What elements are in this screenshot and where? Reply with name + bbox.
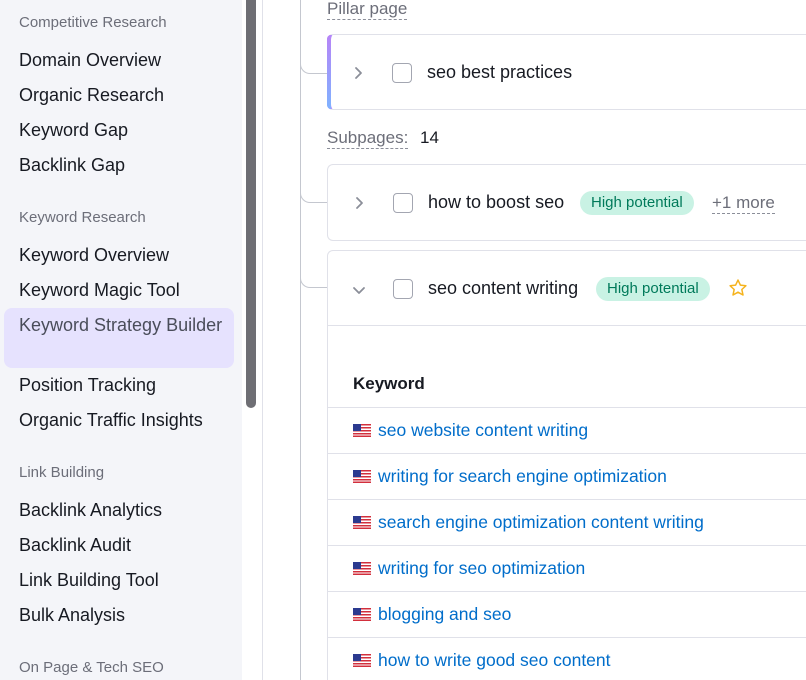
- section-title-competitive-research: Competitive Research: [19, 14, 167, 31]
- tree-branch: [300, 183, 328, 203]
- pillar-page-label[interactable]: Pillar page: [327, 0, 408, 20]
- chevron-right-icon[interactable]: [351, 66, 365, 80]
- keyword-row: search engine optimization content writi…: [328, 499, 806, 545]
- subpage-topic[interactable]: seo content writing: [428, 278, 578, 299]
- divider: [262, 0, 263, 680]
- keyword-row: writing for seo optimization: [328, 545, 806, 591]
- high-potential-badge: High potential: [580, 191, 694, 215]
- keyword-link[interactable]: blogging and seo: [378, 604, 511, 625]
- subpage-card-expanded: seo content writing High potential Keywo…: [327, 250, 806, 680]
- us-flag-icon: [353, 654, 371, 667]
- sidebar-item-backlink-gap[interactable]: Backlink Gap: [19, 155, 125, 176]
- keyword-row: seo website content writing: [328, 407, 806, 453]
- pillar-checkbox[interactable]: [392, 63, 412, 83]
- subpage-topic[interactable]: how to boost seo: [428, 192, 564, 213]
- sidebar-item-domain-overview[interactable]: Domain Overview: [19, 50, 161, 71]
- sidebar: Competitive Research Domain Overview Org…: [0, 0, 242, 680]
- high-potential-badge: High potential: [596, 277, 710, 301]
- sidebar-item-backlink-analytics[interactable]: Backlink Analytics: [19, 500, 162, 521]
- keyword-row: how to write good seo content: [328, 637, 806, 680]
- subpages-count: 14: [420, 128, 439, 147]
- keyword-row: blogging and seo: [328, 591, 806, 637]
- sidebar-item-organic-research[interactable]: Organic Research: [19, 85, 164, 106]
- star-outline-icon[interactable]: [728, 278, 748, 298]
- subpage-card: how to boost seo High potential +1 more: [327, 164, 806, 241]
- pillar-card: seo best practices: [327, 34, 806, 110]
- keyword-column-header[interactable]: Keyword: [353, 374, 425, 394]
- chevron-down-icon[interactable]: [352, 283, 366, 297]
- sidebar-item-backlink-audit[interactable]: Backlink Audit: [19, 535, 131, 556]
- keyword-link[interactable]: seo website content writing: [378, 420, 588, 441]
- more-link[interactable]: +1 more: [712, 193, 775, 214]
- tree-branch: [300, 268, 328, 288]
- pillar-topic[interactable]: seo best practices: [427, 62, 572, 83]
- chevron-right-icon[interactable]: [352, 196, 366, 210]
- subpage-checkbox[interactable]: [393, 279, 413, 299]
- keyword-link[interactable]: writing for seo optimization: [378, 558, 585, 579]
- us-flag-icon: [353, 516, 371, 529]
- section-title-link-building: Link Building: [19, 464, 105, 481]
- sidebar-item-keyword-gap[interactable]: Keyword Gap: [19, 120, 128, 141]
- sidebar-scrollbar[interactable]: [246, 0, 256, 408]
- subpages-label[interactable]: Subpages:: [327, 128, 409, 149]
- keyword-link[interactable]: search engine optimization content writi…: [378, 512, 704, 533]
- tree-line: [300, 0, 301, 680]
- keyword-link[interactable]: writing for search engine optimization: [378, 466, 667, 487]
- section-title-keyword-research: Keyword Research: [19, 209, 146, 226]
- card-divider: [328, 325, 806, 326]
- sidebar-item-organic-traffic-insights[interactable]: Organic Traffic Insights: [19, 410, 203, 431]
- tree-branch: [300, 54, 328, 74]
- sidebar-item-keyword-magic-tool[interactable]: Keyword Magic Tool: [19, 280, 180, 301]
- us-flag-icon: [353, 608, 371, 621]
- keyword-row: writing for search engine optimization: [328, 453, 806, 499]
- sidebar-item-link-building-tool[interactable]: Link Building Tool: [19, 570, 159, 591]
- sidebar-item-keyword-strategy-builder[interactable]: Keyword Strategy Builder: [4, 308, 234, 368]
- section-title-on-page-tech-seo: On Page & Tech SEO: [19, 659, 164, 676]
- keyword-link[interactable]: how to write good seo content: [378, 650, 611, 671]
- us-flag-icon: [353, 562, 371, 575]
- us-flag-icon: [353, 470, 371, 483]
- subpage-checkbox[interactable]: [393, 193, 413, 213]
- us-flag-icon: [353, 424, 371, 437]
- sidebar-item-bulk-analysis[interactable]: Bulk Analysis: [19, 605, 125, 626]
- sidebar-item-position-tracking[interactable]: Position Tracking: [19, 375, 156, 396]
- sidebar-item-keyword-overview[interactable]: Keyword Overview: [19, 245, 169, 266]
